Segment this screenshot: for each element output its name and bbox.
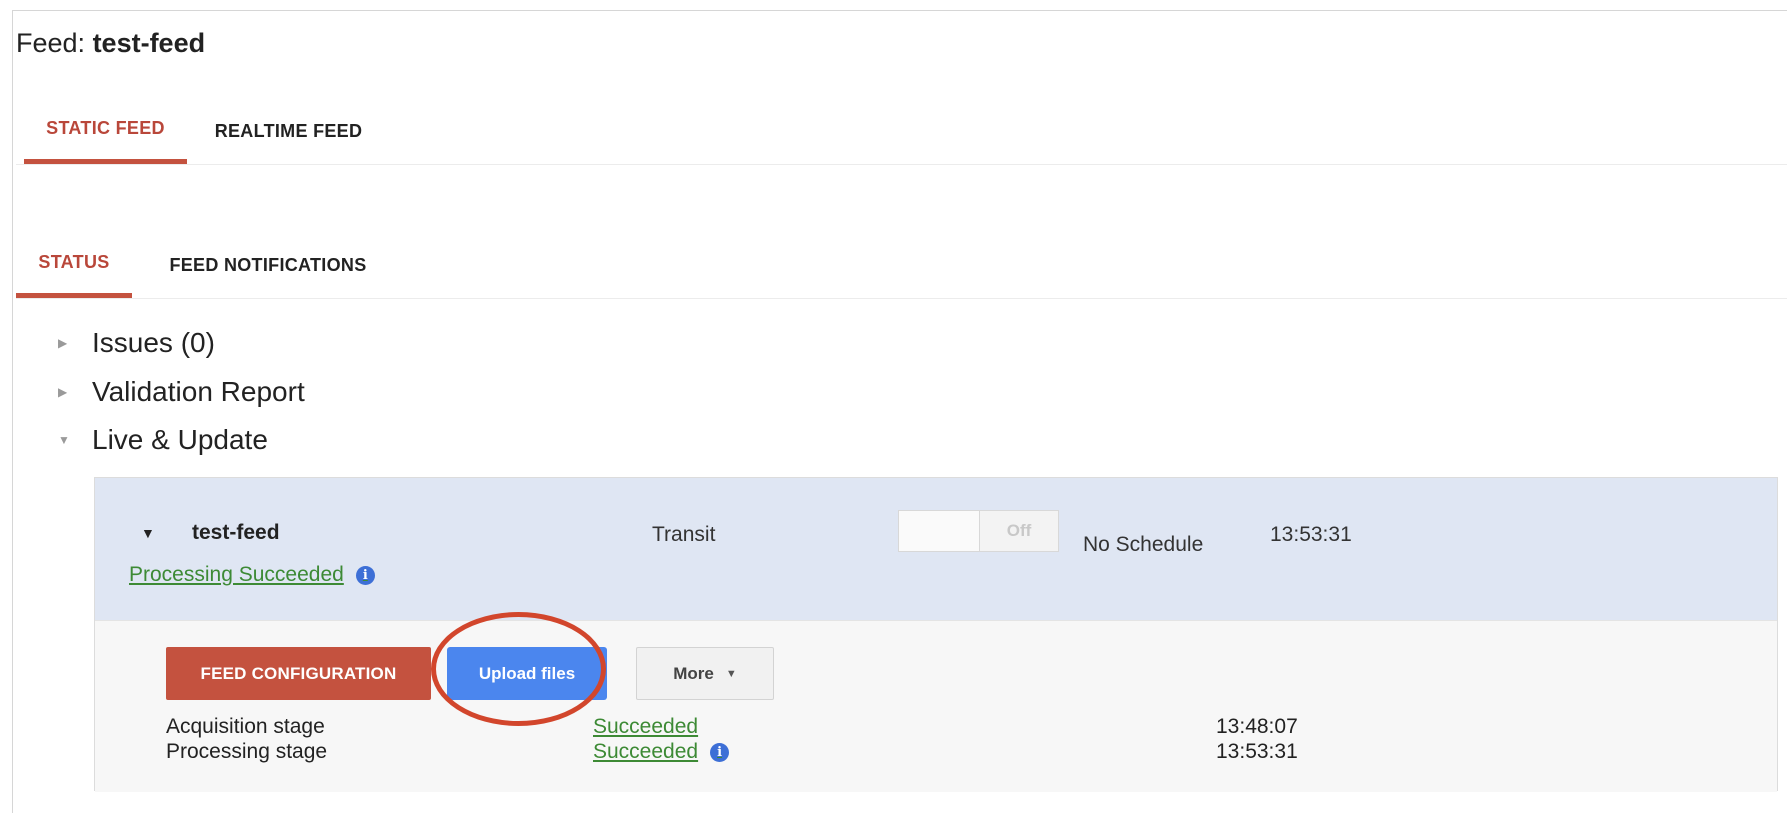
triangle-down-icon: ▼	[58, 433, 70, 447]
tab-static-feed[interactable]: STATIC FEED	[24, 98, 187, 164]
stage-time-acquisition: 13:48:07	[1216, 715, 1298, 738]
feed-configuration-button[interactable]: FEED CONFIGURATION	[166, 647, 431, 700]
feed-name: test-feed	[192, 521, 280, 544]
toggle-off-label: Off	[1006, 521, 1032, 540]
triangle-right-icon: ▶	[58, 385, 68, 399]
feed-update-time: 13:53:31	[1270, 523, 1352, 546]
tree-item-label: Validation Report	[92, 376, 305, 407]
processing-status-label: Processing Succeeded	[129, 563, 344, 586]
tree-item-validation-report[interactable]: ▶ Validation Report	[58, 376, 305, 408]
chevron-down-icon: ▼	[725, 667, 737, 680]
collapse-caret-icon[interactable]: ▼	[141, 525, 155, 541]
feed-card-header: ▼ test-feed Processing Succeeded i Trans…	[95, 478, 1777, 620]
stage-time-processing: 13:53:31	[1216, 740, 1298, 763]
stage-status-label: Succeeded	[593, 715, 699, 738]
stage-status-acquisition[interactable]: Succeeded	[593, 715, 698, 739]
feed-type: Transit	[652, 523, 716, 546]
page-title-prefix: Feed:	[16, 28, 86, 58]
stage-label-acquisition: Acquisition stage	[166, 715, 325, 738]
processing-status-link[interactable]: Processing Succeeded i	[129, 563, 375, 587]
more-label: More	[673, 663, 714, 683]
stage-status-processing[interactable]: Succeeded i	[593, 740, 730, 764]
info-circle-icon[interactable]: i	[710, 742, 730, 762]
stage-label-processing: Processing stage	[166, 740, 328, 763]
schedule-text: No Schedule	[1083, 533, 1204, 556]
page-title-feed-name: test-feed	[92, 28, 206, 58]
tab-status[interactable]: STATUS	[16, 232, 132, 298]
tree-item-live-update[interactable]: ▼ Live & Update	[58, 424, 268, 456]
schedule-toggle[interactable]: Off	[898, 510, 1059, 552]
tab-feed-notifications[interactable]: FEED NOTIFICATIONS	[158, 232, 378, 298]
stage-status-label: Succeeded	[593, 740, 699, 763]
toggle-knob	[899, 511, 980, 551]
tree-item-label: Issues (0)	[92, 327, 215, 358]
upload-files-button[interactable]: Upload files	[447, 647, 607, 700]
status-tabs: STATUS FEED NOTIFICATIONS	[16, 232, 1787, 299]
tree-item-label: Live & Update	[92, 424, 268, 455]
feed-card: ▼ test-feed Processing Succeeded i Trans…	[94, 477, 1778, 792]
more-menu-button[interactable]: More ▼	[636, 647, 774, 700]
page-title: Feed: test-feed	[16, 28, 205, 59]
tab-realtime-feed[interactable]: REALTIME FEED	[201, 98, 376, 164]
feed-type-tabs: STATIC FEED REALTIME FEED	[16, 98, 1787, 165]
triangle-right-icon: ▶	[58, 336, 68, 350]
feed-card-details	[95, 620, 1777, 792]
info-circle-icon[interactable]: i	[355, 565, 375, 585]
tree-item-issues[interactable]: ▶ Issues (0)	[58, 327, 215, 359]
